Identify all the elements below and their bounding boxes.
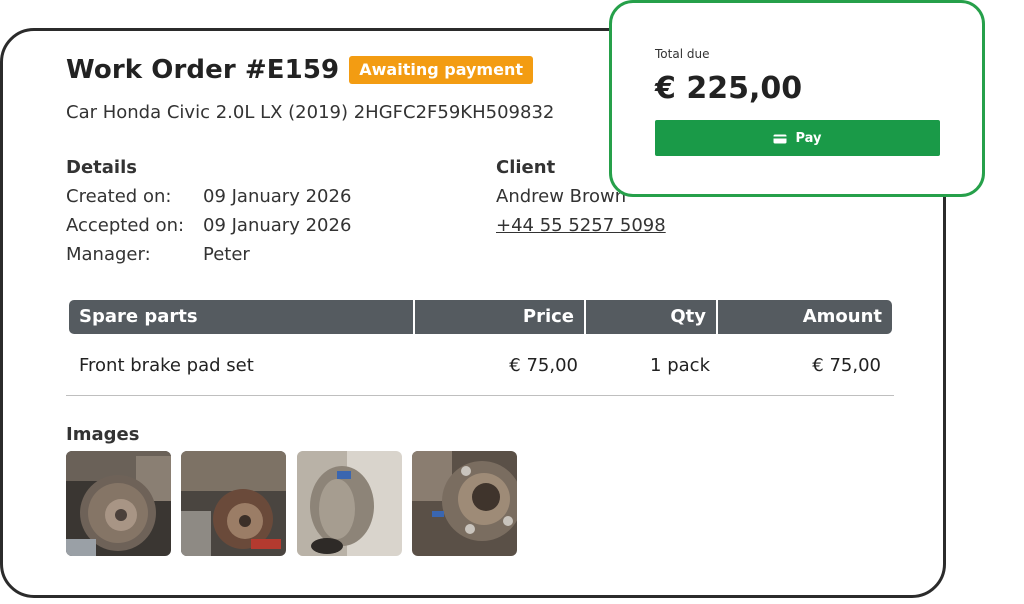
work-order-screen: Work Order #E159 Awaiting payment Car Ho… [0, 0, 1024, 604]
title-row: Work Order #E159 Awaiting payment [66, 55, 533, 85]
accepted-on-label: Accepted on: [66, 215, 185, 236]
client-heading: Client [496, 157, 556, 178]
brake-disc-photo-thumbnail[interactable] [66, 451, 171, 556]
manager-value: Peter [203, 244, 250, 265]
table-header-price: Price [415, 300, 584, 334]
pay-button[interactable]: Pay [655, 120, 940, 156]
total-due-value: € 225,00 [655, 71, 803, 106]
brake-assembly-photo-thumbnail[interactable] [181, 451, 286, 556]
page-title: Work Order #E159 [66, 55, 340, 85]
accepted-on-value: 09 January 2026 [203, 215, 352, 236]
total-due-label: Total due [655, 47, 710, 61]
part-price-cell: € 75,00 [509, 355, 578, 376]
total-due-panel: Total due € 225,00 Pay [609, 0, 985, 197]
status-badge: Awaiting payment [349, 56, 533, 84]
wheel-hub-photo-thumbnail[interactable] [412, 451, 517, 556]
table-divider [66, 395, 894, 396]
car-info: Car Honda Civic 2.0L LX (2019) 2HGFC2F59… [66, 102, 555, 123]
images-heading: Images [66, 424, 140, 445]
table-header-amount: Amount [718, 300, 892, 334]
client-name: Andrew Brown [496, 186, 627, 207]
table-header-spare-parts: Spare parts [69, 300, 413, 334]
created-on-value: 09 January 2026 [203, 186, 352, 207]
part-amount-cell: € 75,00 [812, 355, 881, 376]
manager-label: Manager: [66, 244, 151, 265]
details-heading: Details [66, 157, 137, 178]
pay-button-label: Pay [795, 130, 822, 146]
created-on-label: Created on: [66, 186, 172, 207]
client-phone-link[interactable]: +44 55 5257 5098 [496, 215, 666, 236]
part-qty-cell: 1 pack [650, 355, 710, 376]
table-header-qty: Qty [586, 300, 716, 334]
part-name-cell: Front brake pad set [79, 355, 254, 376]
brake-pad-photo-thumbnail[interactable] [297, 451, 402, 556]
card-icon [773, 133, 787, 144]
